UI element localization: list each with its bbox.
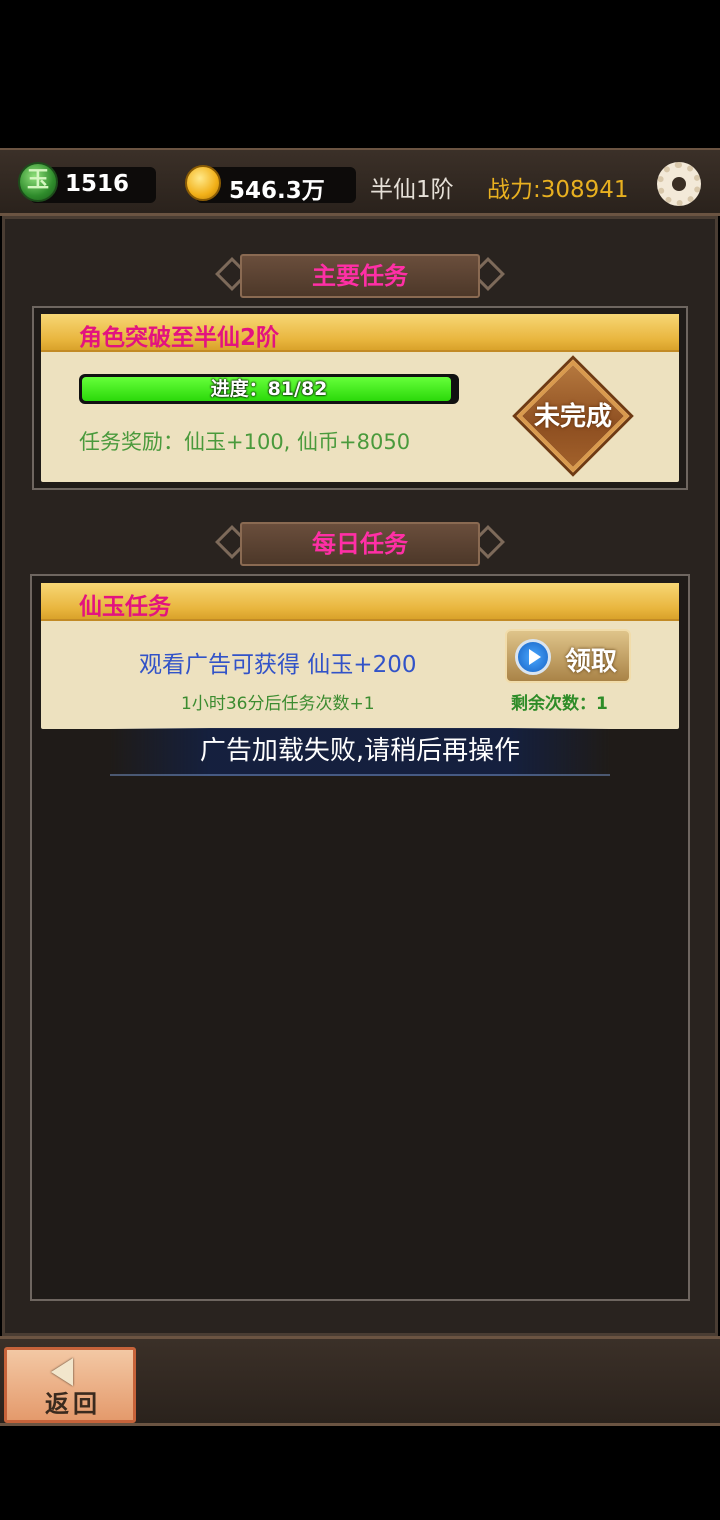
- power-label: 战力:308941: [487, 177, 629, 203]
- task-refresh-timer: 1小时36分后任务次数+1: [181, 694, 375, 714]
- back-label: 返回: [45, 1390, 101, 1418]
- main-task-section-title: 主要任务: [240, 254, 480, 298]
- main-task-reward: 任务奖励：仙玉+100, 仙币+8050: [79, 430, 411, 454]
- daily-task-header: 每日任务: [215, 522, 505, 566]
- daily-task-section-title: 每日任务: [240, 522, 480, 566]
- toast-message: 广告加载失败,请稍后再操作: [110, 728, 610, 776]
- coin-icon: [185, 165, 221, 201]
- ad-reward-description: 观看广告可获得 仙玉+200: [139, 652, 417, 678]
- play-video-icon: [515, 639, 551, 675]
- progress-text: 进度：81/82: [210, 378, 328, 400]
- jade-amount: 1516: [65, 171, 130, 197]
- main-task-title: 角色突破至半仙2阶: [79, 325, 280, 351]
- realm-label: 半仙1阶: [370, 177, 454, 203]
- daily-task-title-bar: 仙玉任务: [41, 583, 679, 621]
- bottom-bar: 返回: [0, 1336, 720, 1426]
- main-task-card: 角色突破至半仙2阶 进度：81/82 任务奖励：仙玉+100, 仙币+8050 …: [41, 314, 679, 482]
- daily-task-card: 仙玉任务 观看广告可获得 仙玉+200 1小时36分后任务次数+1 领取 剩余次…: [41, 583, 679, 729]
- top-bar: 玉 1516 546.3万 半仙1阶 战力:308941: [0, 148, 720, 216]
- claim-label: 领取: [565, 647, 618, 677]
- jade-icon: 玉: [18, 162, 58, 202]
- back-arrow-icon: [51, 1358, 73, 1386]
- coin-amount: 546.3万: [229, 178, 325, 204]
- main-task-header: 主要任务: [215, 254, 505, 298]
- claim-button[interactable]: 领取: [505, 629, 631, 683]
- daily-task-title: 仙玉任务: [79, 594, 171, 620]
- back-button[interactable]: 返回: [4, 1347, 136, 1423]
- gear-icon[interactable]: [657, 162, 701, 206]
- status-label: 未完成: [533, 402, 612, 432]
- remaining-count: 剩余次数：1: [511, 694, 608, 714]
- main-task-title-bar: 角色突破至半仙2阶: [41, 314, 679, 352]
